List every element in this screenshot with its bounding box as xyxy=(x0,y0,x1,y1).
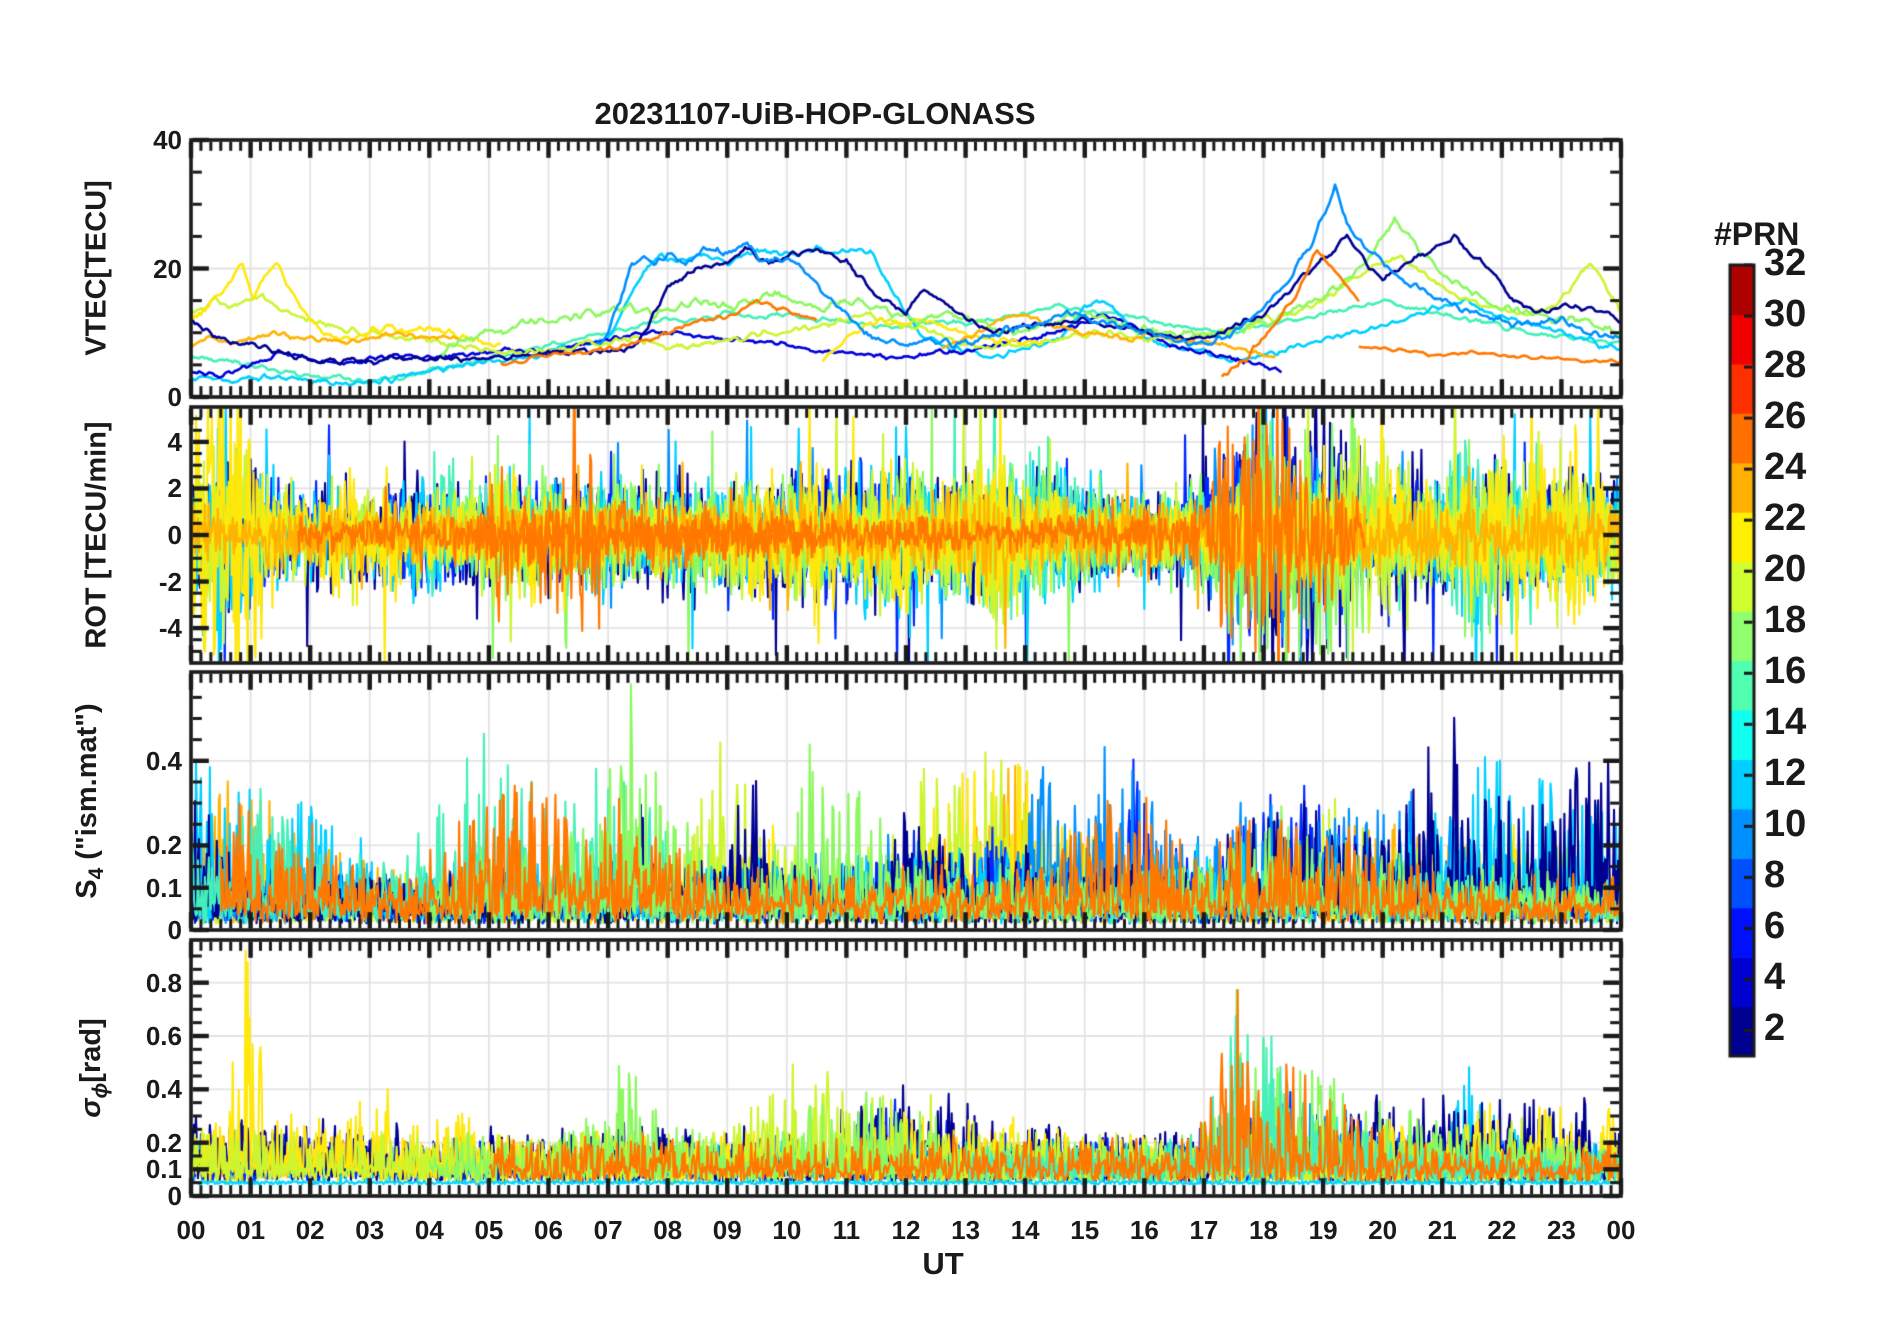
x-tick-label: 03 xyxy=(355,1215,385,1245)
colorbar-tick-label: 12 xyxy=(1764,752,1807,795)
y-tick-label: -2 xyxy=(158,566,182,597)
colorbar-tick-label: 18 xyxy=(1764,599,1807,642)
y-tick-label: 0.2 xyxy=(145,830,182,861)
colorbar-tick-label: 20 xyxy=(1764,548,1807,591)
x-tick-label: 04 xyxy=(414,1215,444,1245)
colorbar-tick-label: 26 xyxy=(1764,395,1807,438)
x-tick-label: 08 xyxy=(653,1215,683,1245)
colorbar-tick-label: 24 xyxy=(1764,446,1807,489)
glonass-monitor-figure: 20231107-UiB-HOP-GLONASS VTEC[TECU] ROT … xyxy=(0,0,1902,1330)
y-tick-label: 0.1 xyxy=(145,872,182,903)
y-tick-label: 0 xyxy=(167,382,182,412)
x-tick-label: 14 xyxy=(1010,1215,1040,1245)
colorbar-tick-label: 28 xyxy=(1764,344,1807,387)
x-tick-label: 20 xyxy=(1368,1215,1398,1245)
colorbar-tick-label: 30 xyxy=(1764,293,1807,336)
chart-title: 20231107-UiB-HOP-GLONASS xyxy=(594,96,1036,131)
colorbar-tick-label: 6 xyxy=(1764,905,1786,948)
x-tick-label: 10 xyxy=(772,1215,802,1245)
colorbar-tick-label: 32 xyxy=(1764,242,1807,284)
x-tick-label: 16 xyxy=(1129,1215,1159,1245)
y-tick-label: 0.4 xyxy=(145,745,182,776)
x-tick-label: 06 xyxy=(534,1215,563,1245)
colorbar-tick-label: 16 xyxy=(1764,650,1807,693)
x-tick-label: 15 xyxy=(1070,1215,1100,1245)
y-tick-label: 4 xyxy=(167,426,182,457)
x-tick-label: 02 xyxy=(295,1215,325,1245)
colorbar-tick-label: 2 xyxy=(1764,1007,1786,1050)
x-tick-label: 12 xyxy=(891,1215,921,1245)
x-tick-label: 09 xyxy=(712,1215,742,1245)
x-tick-label: 11 xyxy=(832,1215,861,1245)
y-tick-label: 0.6 xyxy=(145,1021,182,1051)
y-tick-label: 0 xyxy=(167,915,182,945)
y-axis-label-s4: S4 ("ism.mat") xyxy=(71,703,108,899)
y-tick-label: 40 xyxy=(153,125,182,155)
x-tick-label: 17 xyxy=(1189,1215,1219,1245)
y-tick-label: 0.2 xyxy=(145,1127,182,1158)
y-tick-label: 0 xyxy=(167,520,182,550)
x-tick-label: 23 xyxy=(1546,1215,1576,1245)
x-tick-label: 18 xyxy=(1249,1215,1278,1245)
y-tick-label: -4 xyxy=(158,613,182,644)
x-tick-label: 07 xyxy=(593,1215,623,1245)
colorbar-tick-label: 8 xyxy=(1764,854,1786,897)
colorbar-tick-label: 14 xyxy=(1764,701,1807,744)
y-tick-label: 0.4 xyxy=(145,1074,182,1105)
x-tick-label: 19 xyxy=(1308,1215,1338,1245)
x-tick-label: 00 xyxy=(1606,1215,1636,1245)
x-tick-label: 13 xyxy=(951,1215,981,1245)
x-tick-label: 05 xyxy=(474,1215,504,1245)
colorbar-tick-label: 10 xyxy=(1764,803,1807,846)
y-tick-label: 2 xyxy=(167,473,182,504)
colorbar-tick-label: 4 xyxy=(1764,956,1786,999)
chart-canvas xyxy=(0,0,1902,1330)
x-tick-label: 22 xyxy=(1487,1215,1517,1245)
x-axis-label: UT xyxy=(922,1246,964,1281)
y-tick-label: 20 xyxy=(153,253,182,284)
x-tick-label: 00 xyxy=(176,1215,206,1245)
colorbar-tick-label: 22 xyxy=(1764,497,1807,540)
x-tick-label: 01 xyxy=(236,1215,266,1245)
x-tick-label: 21 xyxy=(1427,1215,1457,1245)
y-tick-label: 0.8 xyxy=(145,967,182,998)
